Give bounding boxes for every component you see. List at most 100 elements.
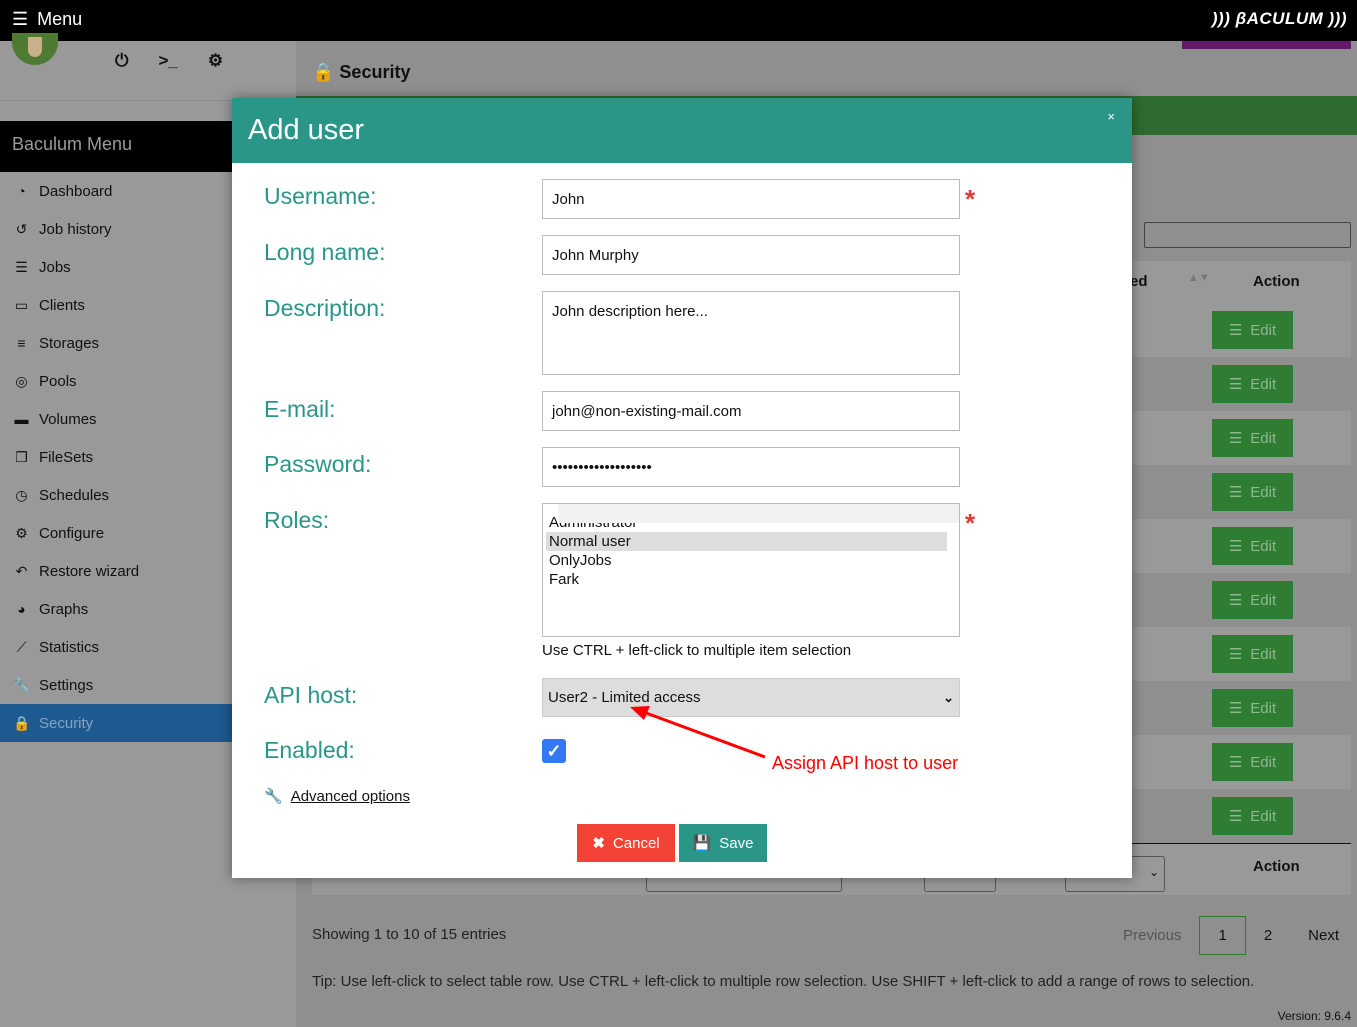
gear-icon[interactable]: ⚙ — [208, 51, 223, 71]
lock-icon: 🔒 — [13, 714, 31, 731]
required-icon: * — [965, 508, 976, 538]
page-2[interactable]: 2 — [1246, 917, 1290, 954]
lock-icon: 🔒 — [312, 62, 335, 82]
roles-listbox[interactable]: AdministratorNormal userOnlyJobsFark — [542, 503, 960, 637]
avatar — [12, 33, 58, 65]
list-icon: ☰ — [1228, 430, 1243, 447]
description-label: Description: — [264, 295, 386, 321]
username-label: Username: — [264, 183, 377, 209]
list-icon: ☰ — [1228, 808, 1243, 825]
close-icon: ✖ — [592, 835, 605, 852]
description-textarea[interactable]: John description here... — [542, 291, 960, 375]
sidebar-item-label: Job history — [39, 220, 112, 238]
list-icon: ☰ — [1228, 592, 1243, 609]
next-button[interactable]: Next — [1290, 917, 1357, 954]
sidebar-item-label: Configure — [39, 524, 105, 542]
sort-icon[interactable]: ▲▼ — [1188, 272, 1210, 284]
add-user-modal: Add user × Username: John * Long name: J… — [232, 98, 1132, 878]
list-icon: ☰ — [1228, 322, 1243, 339]
username-input[interactable]: John — [542, 179, 960, 219]
role-option[interactable]: OnlyJobs — [546, 551, 947, 570]
previous-button[interactable]: Previous — [1105, 917, 1199, 954]
desktop-icon: ▭ — [14, 296, 29, 313]
edit-button[interactable]: ☰ Edit — [1212, 527, 1293, 565]
list-icon: ☰ — [1228, 646, 1243, 663]
list-icon: ☰ — [1228, 538, 1243, 555]
role-option[interactable]: Normal user — [546, 532, 947, 551]
sidebar-item-label: Clients — [39, 296, 85, 314]
enabled-label: Enabled: — [264, 737, 355, 763]
line-chart-icon: ⟋ — [16, 638, 27, 655]
terminal-icon[interactable]: >_ — [158, 51, 177, 71]
page-1[interactable]: 1 — [1199, 916, 1246, 955]
close-icon[interactable]: × — [1107, 109, 1115, 124]
version: Version: 9.6.4 — [1277, 1009, 1351, 1023]
edit-button[interactable]: ☰ Edit — [1212, 365, 1293, 403]
undo-icon: ↶ — [15, 562, 28, 579]
sidebar-item-label: Schedules — [39, 486, 110, 504]
edit-button[interactable]: ☰ Edit — [1212, 311, 1293, 349]
hdd-icon: ▬ — [14, 411, 29, 427]
page-title: 🔒 Security — [312, 62, 411, 82]
menu-toggle[interactable]: ☰ Menu — [12, 9, 82, 30]
advanced-options-link[interactable]: 🔧 Advanced options — [264, 787, 410, 806]
list-icon: ☰ — [1228, 754, 1243, 771]
sidebar-item-label: Security — [39, 714, 94, 732]
edit-button[interactable]: ☰ Edit — [1212, 689, 1293, 727]
edit-button[interactable]: ☰ Edit — [1212, 419, 1293, 457]
password-label: Password: — [264, 451, 372, 477]
edit-button[interactable]: ☰ Edit — [1212, 581, 1293, 619]
edit-button[interactable]: ☰ Edit — [1212, 743, 1293, 781]
edit-button[interactable]: ☰ Edit — [1212, 797, 1293, 835]
enabled-checkbox[interactable]: ✓ — [542, 739, 566, 763]
power-icon[interactable]: ⏻ — [115, 51, 128, 71]
email-label: E-mail: — [264, 396, 336, 422]
password-input[interactable]: ••••••••••••••••••• — [542, 447, 960, 487]
sidebar-item-label: Restore wizard — [39, 562, 140, 580]
purple-bar — [1182, 41, 1351, 49]
edit-button[interactable]: ☰ Edit — [1212, 473, 1293, 511]
longname-input[interactable]: John Murphy — [542, 235, 960, 275]
tape-icon: ◎ — [15, 372, 28, 389]
tachometer-icon: ◔ — [17, 183, 26, 199]
search-input[interactable] — [1144, 222, 1351, 248]
save-button[interactable]: 💾 Save — [679, 824, 767, 862]
top-bar: ☰ Menu ))) βACULUM ))) — [0, 0, 1357, 41]
tip-text: Tip: Use left-click to select table row.… — [312, 973, 1255, 990]
tasks-icon: ☰ — [15, 258, 28, 275]
email-input[interactable]: john@non-existing-mail.com — [542, 391, 960, 431]
sidebar-item-label: Settings — [39, 676, 94, 694]
sidebar-item-label: Volumes — [39, 410, 97, 428]
roles-label: Roles: — [264, 507, 330, 533]
sidebar-item-label: Jobs — [39, 258, 71, 276]
history-icon: ↺ — [15, 220, 28, 237]
database-icon: ≡ — [17, 335, 26, 351]
longname-label: Long name: — [264, 239, 386, 265]
roles-hint: Use CTRL + left-click to multiple item s… — [542, 642, 852, 659]
sidebar-item-label: FileSets — [39, 448, 94, 466]
save-icon: 💾 — [692, 835, 712, 852]
pie-chart-icon: ◕ — [17, 601, 26, 617]
clock-icon: ◷ — [15, 486, 28, 503]
entries-info: Showing 1 to 10 of 15 entries — [312, 926, 507, 943]
baculum-logo: ))) βACULUM ))) — [1211, 9, 1347, 28]
required-icon: * — [965, 184, 976, 214]
annotation-text: Assign API host to user — [772, 753, 959, 773]
copy-icon: ❐ — [15, 448, 28, 465]
role-option[interactable]: Fark — [546, 570, 947, 589]
list-icon: ☰ — [1228, 376, 1243, 393]
sidebar-item-label: Pools — [39, 372, 77, 390]
wrench-icon: 🔧 — [13, 676, 31, 693]
cancel-button[interactable]: ✖ Cancel — [577, 824, 675, 862]
edit-button[interactable]: ☰ Edit — [1212, 635, 1293, 673]
sidebar-item-label: Graphs — [39, 600, 89, 618]
hamburger-icon: ☰ — [12, 9, 29, 29]
list-icon: ☰ — [1228, 700, 1243, 717]
pagination: Previous 1 2 Next — [1105, 916, 1357, 955]
annotation-arrow — [630, 706, 766, 759]
apihost-label: API host: — [264, 682, 358, 708]
cog-icon: ⚙ — [15, 524, 28, 541]
sidebar-item-label: Dashboard — [39, 182, 113, 200]
sidebar-item-label: Statistics — [39, 638, 100, 656]
scrollbar[interactable] — [558, 504, 959, 523]
